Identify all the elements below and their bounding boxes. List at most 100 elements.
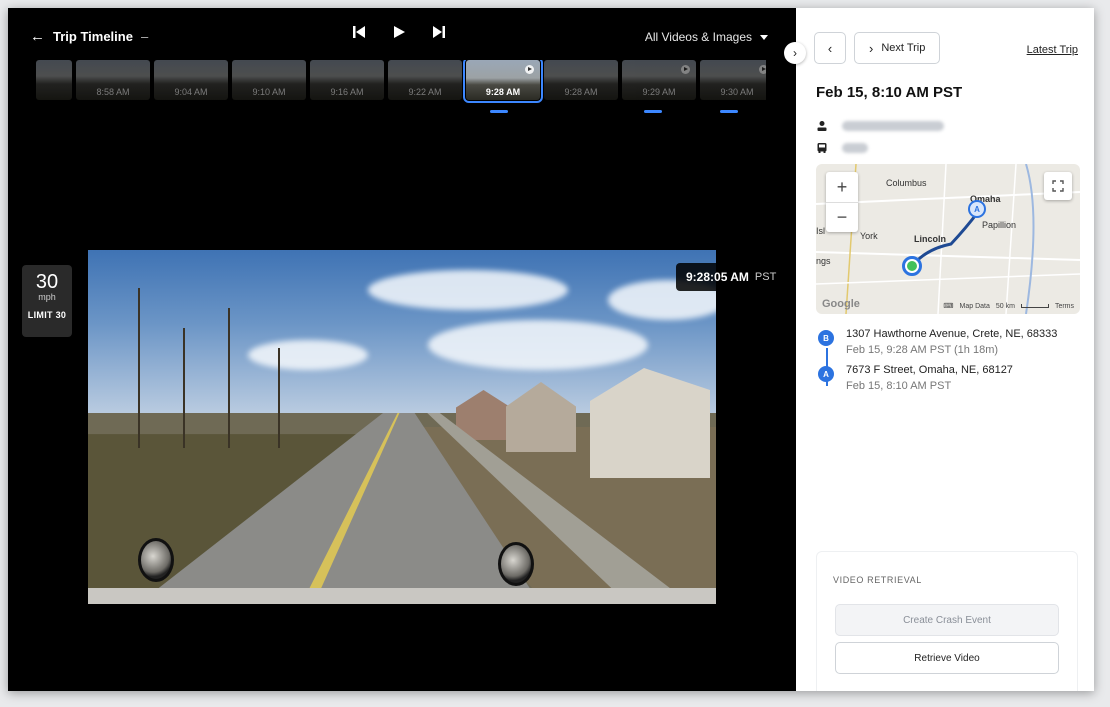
map-label: York (860, 231, 878, 241)
speed-value: 30 (35, 271, 59, 293)
create-crash-event-button[interactable]: Create Crash Event (835, 604, 1059, 636)
video-mirror (498, 542, 534, 586)
stop-address: 7673 F Street, Omaha, NE, 68127 (846, 364, 1013, 376)
pin-a-icon: A (818, 366, 834, 382)
stop-start: A 7673 F Street, Omaha, NE, 68127 Feb 15… (816, 362, 1076, 394)
stop-time: Feb 15, 8:10 AM PST (846, 380, 952, 392)
timeline-thumbnail[interactable]: 9:29 AM (622, 60, 696, 100)
keyboard-icon: ⌨ (943, 303, 954, 310)
latest-trip-link[interactable]: Latest Trip (1027, 44, 1078, 56)
trip-map[interactable]: Columbus Omaha Papillion York Lincoln ng… (816, 164, 1080, 314)
play-video-icon (681, 65, 690, 74)
play-button[interactable] (390, 23, 408, 41)
video-timestamp: 9:28:05 AM PST (676, 263, 787, 291)
timeline-thumbnail[interactable]: 9:28 AM (544, 60, 618, 100)
chevron-right-icon: › (869, 40, 874, 56)
fullscreen-button[interactable] (1044, 172, 1072, 200)
video-marker (490, 110, 508, 113)
thumbnail-time: 9:28 AM (485, 87, 521, 97)
map-footer: ⌨ Map Data 50 km Terms (943, 302, 1074, 311)
play-icon (394, 26, 405, 38)
collapse-panel-button[interactable]: › (784, 42, 806, 64)
speed-limit: LIMIT 30 (27, 310, 67, 320)
title-separator: – (140, 29, 149, 44)
timeline-thumbnail[interactable]: 9:30 AM (700, 60, 766, 100)
google-logo: Google (822, 298, 860, 310)
thumbnail-time: 9:22 AM (408, 87, 442, 97)
thumbnail-time: 9:04 AM (174, 87, 208, 97)
speed-indicator: 30 mph LIMIT 30 (22, 265, 72, 337)
media-filter-dropdown[interactable]: All Videos & Images (645, 30, 768, 44)
video-marker (644, 110, 662, 113)
thumbnail-time: 9:28 AM (564, 87, 598, 97)
video-tree (138, 288, 140, 449)
thumbnail-time: 9:10 AM (252, 87, 286, 97)
retrieve-video-button[interactable]: Retrieve Video (835, 642, 1059, 674)
trip-stops: B 1307 Hawthorne Avenue, Crete, NE, 6833… (816, 326, 1076, 394)
video-mirror (138, 538, 174, 582)
timeline-thumbnail[interactable]: 9:16 AM (310, 60, 384, 100)
vehicle-row (816, 142, 868, 154)
skip-previous-icon (353, 26, 365, 38)
speed-unit: mph (38, 292, 56, 302)
thumbnail-time: 9:16 AM (330, 87, 364, 97)
caret-down-icon (760, 34, 768, 40)
map-label: Columbus (886, 178, 927, 188)
dashcam-video-frame[interactable] (88, 250, 716, 604)
arrow-left-icon: ← (30, 28, 45, 45)
vehicle-id-redacted (842, 143, 868, 153)
map-end-marker[interactable]: A (968, 200, 986, 218)
media-filter-label: All Videos & Images (644, 30, 752, 44)
map-start-dot (907, 261, 917, 271)
app-frame: ← Trip Timeline – All Videos & Images 8:… (8, 8, 1094, 691)
driver-row (816, 120, 944, 132)
timeline-thumbnail[interactable] (36, 60, 72, 100)
video-marker (720, 110, 738, 113)
playback-controls (350, 23, 448, 41)
thumbnail-time: 9:29 AM (642, 87, 676, 97)
map-label: ngs (816, 256, 831, 266)
timeline-thumbnail[interactable]: 9:04 AM (154, 60, 228, 100)
fullscreen-icon (1052, 180, 1064, 192)
previous-trip-button[interactable]: ‹ (814, 32, 846, 64)
map-scale: 50 km (995, 302, 1015, 310)
video-hood (88, 588, 716, 604)
timeline-thumbnail[interactable]: 9:10 AM (232, 60, 306, 100)
stop-end: B 1307 Hawthorne Avenue, Crete, NE, 6833… (816, 326, 1076, 358)
thumbnail-time: 9:30 AM (720, 87, 754, 97)
trip-details-panel: › ‹ › Next Trip Latest Trip Feb 15, 8:10… (784, 8, 1094, 691)
next-trip-label: Next Trip (881, 42, 926, 54)
video-cloud (428, 320, 648, 370)
stop-address: 1307 Hawthorne Avenue, Crete, NE, 68333 (846, 328, 1058, 340)
play-video-icon (525, 65, 534, 74)
map-start-marker[interactable] (902, 256, 922, 276)
thumbnail-time: 8:58 AM (96, 87, 130, 97)
trip-navigation: ‹ › Next Trip (814, 32, 941, 64)
bus-icon (817, 143, 827, 153)
zoom-out-button[interactable]: − (826, 202, 858, 232)
map-zoom-controls: + − (826, 172, 858, 232)
chevron-right-icon: › (793, 46, 797, 60)
map-data-label: Map Data (959, 302, 990, 310)
zoom-in-button[interactable]: + (826, 172, 858, 202)
timeline-thumbnails: 8:58 AM 9:04 AM 9:10 AM 9:16 AM 9:22 AM … (36, 60, 766, 112)
video-tree (183, 328, 185, 449)
map-scale-bar (1020, 304, 1049, 308)
next-trip-button[interactable]: › Next Trip (854, 32, 941, 64)
skip-next-button[interactable] (430, 23, 448, 41)
timeline-thumbnail[interactable]: 9:22 AM (388, 60, 462, 100)
video-cloud (248, 340, 368, 370)
driver-name-redacted (842, 121, 944, 131)
timeline-thumbnail[interactable]: 8:58 AM (76, 60, 150, 100)
map-terms-link[interactable]: Terms (1055, 303, 1074, 310)
video-tree (278, 348, 280, 449)
play-video-icon (759, 65, 766, 74)
video-retrieval-card: VIDEO RETRIEVAL Create Crash Event Retri… (816, 551, 1078, 691)
back-to-timeline-link[interactable]: ← Trip Timeline – (30, 28, 148, 45)
video-player: ← Trip Timeline – All Videos & Images 8:… (8, 8, 796, 691)
skip-next-icon (433, 26, 445, 38)
back-label: Trip Timeline (53, 29, 133, 44)
skip-previous-button[interactable] (350, 23, 368, 41)
video-cloud (368, 270, 568, 310)
timeline-thumbnail-selected[interactable]: 9:28 AM (463, 60, 543, 103)
